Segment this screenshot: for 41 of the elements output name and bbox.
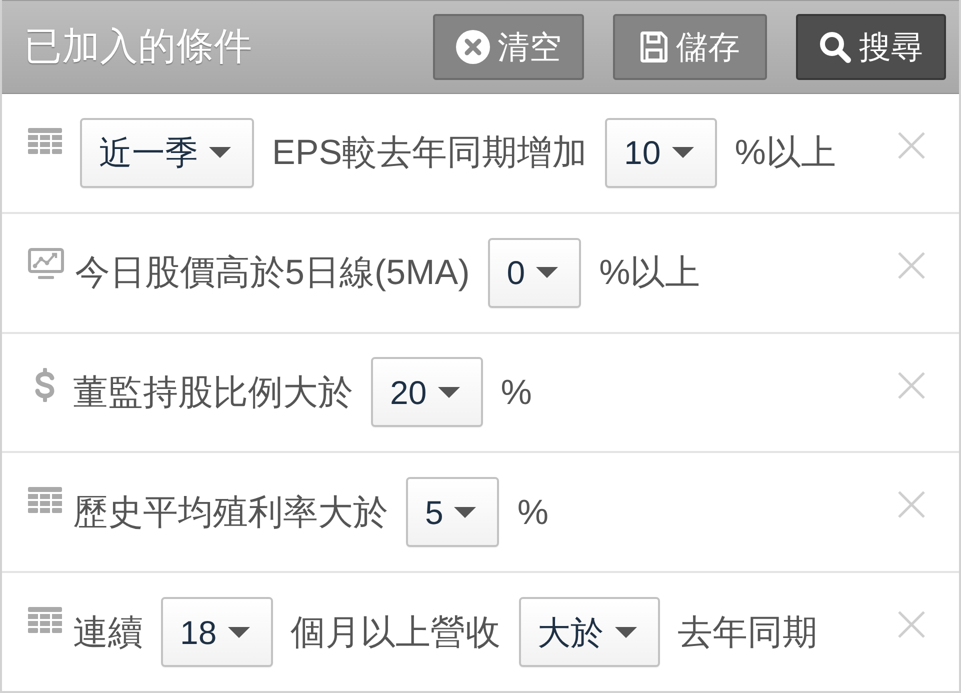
- close-icon[interactable]: [898, 372, 925, 399]
- condition-text: %: [500, 374, 532, 410]
- dropdown-select[interactable]: 20: [371, 357, 483, 428]
- condition-text: 歷史平均殖利率大於: [73, 494, 388, 530]
- table-grid-icon: [28, 487, 62, 514]
- table-grid-icon: [28, 607, 62, 634]
- panel-title: 已加入的條件: [24, 28, 252, 66]
- close-icon[interactable]: [898, 132, 925, 159]
- caret-icon: [438, 386, 460, 398]
- caret-icon: [454, 506, 476, 518]
- dropdown-select[interactable]: 18: [161, 597, 273, 668]
- condition-text: 連續: [73, 614, 143, 650]
- dropdown-select[interactable]: 大於: [518, 597, 660, 668]
- dollar-icon: [34, 368, 56, 402]
- close-icon[interactable]: [898, 252, 925, 279]
- caret-icon: [209, 147, 231, 158]
- save-button[interactable]: 儲存: [613, 14, 767, 80]
- search-icon: [819, 31, 851, 63]
- caret-icon: [536, 267, 558, 278]
- condition-text: 去年同期: [678, 614, 818, 650]
- caret-icon: [672, 147, 694, 158]
- condition-text: %以上: [734, 135, 836, 170]
- caret-icon: [228, 626, 250, 638]
- table-grid-icon: [28, 128, 62, 154]
- close-icon[interactable]: [898, 491, 925, 518]
- dropdown-select[interactable]: 0: [488, 238, 582, 308]
- condition-text: 董監持股比例大於: [73, 374, 353, 410]
- condition-text: EPS較去年同期增加: [272, 135, 588, 170]
- condition-text: %以上: [599, 255, 700, 290]
- clear-button[interactable]: 清空: [433, 14, 584, 80]
- close-icon[interactable]: [898, 611, 925, 638]
- close-circle-icon: [456, 30, 490, 64]
- condition-text: 今日股價高於5日線(5MA): [75, 255, 470, 290]
- condition-text: 個月以上營收: [290, 614, 501, 650]
- search-button[interactable]: 搜尋: [796, 14, 946, 80]
- dropdown-select[interactable]: 5: [406, 477, 500, 548]
- dropdown-select[interactable]: 近一季: [80, 118, 254, 188]
- condition-text: %: [517, 494, 548, 530]
- monitor-chart-icon: [28, 248, 64, 280]
- caret-icon: [614, 626, 637, 638]
- dropdown-select[interactable]: 10: [605, 118, 717, 188]
